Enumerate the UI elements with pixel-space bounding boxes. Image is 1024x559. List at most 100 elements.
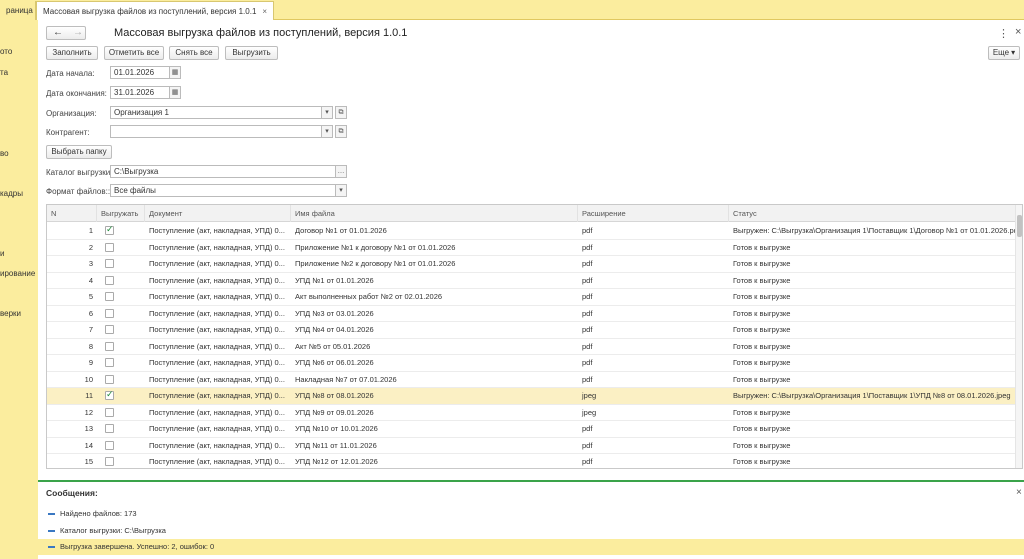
left-sidebar: ото та во кадры и ирование верки bbox=[0, 0, 38, 559]
sidebar-item-1[interactable]: ото bbox=[0, 47, 12, 56]
arrow-right-icon: → bbox=[73, 27, 83, 38]
open-icon[interactable]: ⧉ bbox=[335, 106, 347, 119]
table-row[interactable]: 11 Поступление (акт, накладная, УПД) 0...… bbox=[47, 388, 1016, 405]
scrollbar-thumb[interactable] bbox=[1017, 215, 1022, 237]
table-row[interactable]: 8 Поступление (акт, накладная, УПД) 0... А… bbox=[47, 339, 1016, 355]
cell-document: Поступление (акт, накладная, УПД) 0... bbox=[149, 292, 285, 301]
header-status[interactable]: Статус bbox=[729, 205, 1016, 222]
export-checkbox[interactable] bbox=[105, 374, 114, 384]
date-start-field[interactable]: 01.01.2026 bbox=[110, 66, 170, 79]
message-item: Каталог выгрузки: C:\Выгрузка bbox=[38, 523, 1024, 539]
cell-filename: Приложение №2 к договору №1 от 01.01.202… bbox=[295, 259, 456, 268]
sidebar-item-4[interactable]: кадры bbox=[0, 189, 23, 198]
export-checkbox[interactable] bbox=[105, 292, 114, 301]
cell-document: Поступление (акт, накладная, УПД) 0... bbox=[149, 226, 285, 235]
cell-document: Поступление (акт, накладная, УПД) 0... bbox=[149, 391, 285, 400]
vertical-scrollbar[interactable] bbox=[1015, 205, 1022, 468]
more-button[interactable]: Еще ▾ bbox=[988, 46, 1020, 60]
fill-button[interactable]: Заполнить bbox=[46, 46, 98, 60]
cell-extension: pdf bbox=[582, 259, 593, 268]
cell-filename: УПД №9 от 09.01.2026 bbox=[295, 407, 374, 417]
contractor-field[interactable] bbox=[110, 125, 322, 138]
uncheck-all-button[interactable]: Снять все bbox=[169, 46, 219, 60]
message-dash-icon bbox=[48, 530, 55, 532]
table-row[interactable]: 7 Поступление (акт, накладная, УПД) 0... У… bbox=[47, 322, 1016, 339]
format-field[interactable]: Все файлы bbox=[110, 184, 336, 197]
choose-folder-button[interactable]: Выбрать папку bbox=[46, 145, 112, 159]
export-checkbox[interactable] bbox=[105, 224, 114, 235]
chevron-down-icon[interactable]: ▾ bbox=[335, 184, 347, 197]
table-row[interactable]: 10 Поступление (акт, накладная, УПД) 0...… bbox=[47, 372, 1016, 388]
export-checkbox[interactable] bbox=[105, 341, 114, 351]
kebab-menu-icon[interactable]: ⋮ bbox=[998, 27, 1009, 40]
tab-home[interactable]: раница bbox=[0, 1, 36, 20]
table-row[interactable]: 13 Поступление (акт, накладная, УПД) 0...… bbox=[47, 421, 1016, 438]
cell-extension: pdf bbox=[582, 457, 593, 466]
chevron-down-icon[interactable]: ▾ bbox=[321, 125, 333, 138]
table-row[interactable]: 4 Поступление (акт, накладная, УПД) 0... У… bbox=[47, 273, 1016, 289]
export-checkbox[interactable] bbox=[105, 440, 114, 450]
cell-document: Поступление (акт, накладная, УПД) 0... bbox=[149, 325, 285, 334]
cell-filename: Акт №5 от 05.01.2026 bbox=[295, 341, 371, 351]
cell-filename: УПД №8 от 08.01.2026 bbox=[295, 391, 374, 400]
calendar-icon[interactable]: ▦ bbox=[169, 66, 181, 79]
export-checkbox[interactable] bbox=[105, 308, 114, 318]
window-close-icon[interactable]: × bbox=[1015, 26, 1021, 38]
sidebar-item-6[interactable]: ирование bbox=[0, 269, 35, 278]
header-extension[interactable]: Расширение bbox=[578, 205, 729, 222]
export-checkbox[interactable] bbox=[105, 457, 114, 466]
header-document[interactable]: Документ bbox=[145, 205, 291, 222]
sidebar-item-5[interactable]: и bbox=[0, 249, 4, 258]
messages-title: Сообщения: bbox=[46, 488, 98, 498]
sidebar-item-7[interactable]: верки bbox=[0, 309, 21, 318]
calendar-icon[interactable]: ▦ bbox=[169, 86, 181, 99]
table-row[interactable]: 1 Поступление (акт, накладная, УПД) 0... Д… bbox=[47, 223, 1016, 240]
sidebar-item-3[interactable]: во bbox=[0, 149, 9, 158]
cell-n: 15 bbox=[84, 457, 93, 466]
date-end-field[interactable]: 31.01.2026 bbox=[110, 86, 170, 99]
cell-extension: pdf bbox=[582, 308, 593, 318]
export-checkbox[interactable] bbox=[105, 259, 114, 268]
tab-mass-export[interactable]: Массовая выгрузка файлов из поступлений,… bbox=[36, 1, 275, 20]
header-n[interactable]: N bbox=[47, 205, 97, 222]
export-checkbox[interactable] bbox=[105, 424, 114, 433]
cell-filename: УПД №3 от 03.01.2026 bbox=[295, 308, 374, 318]
cell-status: Готов к выгрузке bbox=[733, 292, 791, 301]
cell-n: 13 bbox=[84, 424, 93, 433]
cell-n: 11 bbox=[85, 391, 93, 400]
ellipsis-icon[interactable]: … bbox=[335, 165, 347, 178]
back-button[interactable]: ← → bbox=[46, 26, 86, 40]
table-row[interactable]: 14 Поступление (акт, накладная, УПД) 0...… bbox=[47, 438, 1016, 454]
table-row[interactable]: 3 Поступление (акт, накладная, УПД) 0... П… bbox=[47, 256, 1016, 273]
messages-close-icon[interactable]: × bbox=[1016, 487, 1022, 498]
export-checkbox[interactable] bbox=[105, 325, 114, 334]
table-row[interactable]: 2 Поступление (акт, накладная, УПД) 0... П… bbox=[47, 240, 1016, 256]
export-checkbox[interactable] bbox=[105, 358, 114, 367]
chevron-down-icon[interactable]: ▾ bbox=[321, 106, 333, 119]
header-export[interactable]: Выгружать bbox=[97, 205, 145, 222]
cell-filename: Приложение №1 к договору №1 от 01.01.202… bbox=[295, 242, 456, 252]
cell-status: Готов к выгрузке bbox=[733, 424, 791, 433]
cell-n: 12 bbox=[84, 407, 93, 417]
export-checkbox[interactable] bbox=[105, 407, 114, 417]
table-row[interactable]: 6 Поступление (акт, накладная, УПД) 0... У… bbox=[47, 306, 1016, 322]
more-label: Еще bbox=[992, 48, 1010, 57]
export-checkbox[interactable] bbox=[105, 389, 114, 400]
check-all-button[interactable]: Отметить все bbox=[104, 46, 164, 60]
catalog-field[interactable]: C:\Выгрузка bbox=[110, 165, 336, 178]
sidebar-item-2[interactable]: та bbox=[0, 68, 8, 77]
open-icon[interactable]: ⧉ bbox=[335, 125, 347, 138]
cell-filename: УПД №10 от 10.01.2026 bbox=[295, 424, 378, 433]
export-checkbox[interactable] bbox=[105, 242, 114, 252]
table-row[interactable]: 12 Поступление (акт, накладная, УПД) 0...… bbox=[47, 405, 1016, 421]
table-row[interactable]: 5 Поступление (акт, накладная, УПД) 0... А… bbox=[47, 289, 1016, 306]
export-checkbox[interactable] bbox=[105, 275, 114, 285]
org-field[interactable]: Организация 1 bbox=[110, 106, 322, 119]
table-row[interactable]: 15 Поступление (акт, накладная, УПД) 0...… bbox=[47, 454, 1016, 468]
export-button[interactable]: Выгрузить bbox=[225, 46, 278, 60]
date-end-label: Дата окончания: bbox=[46, 89, 107, 98]
table-header: N Выгружать Документ Имя файла Расширени… bbox=[47, 205, 1016, 222]
close-icon[interactable]: × bbox=[262, 7, 267, 16]
header-filename[interactable]: Имя файла bbox=[291, 205, 578, 222]
table-row[interactable]: 9 Поступление (акт, накладная, УПД) 0... У… bbox=[47, 355, 1016, 372]
